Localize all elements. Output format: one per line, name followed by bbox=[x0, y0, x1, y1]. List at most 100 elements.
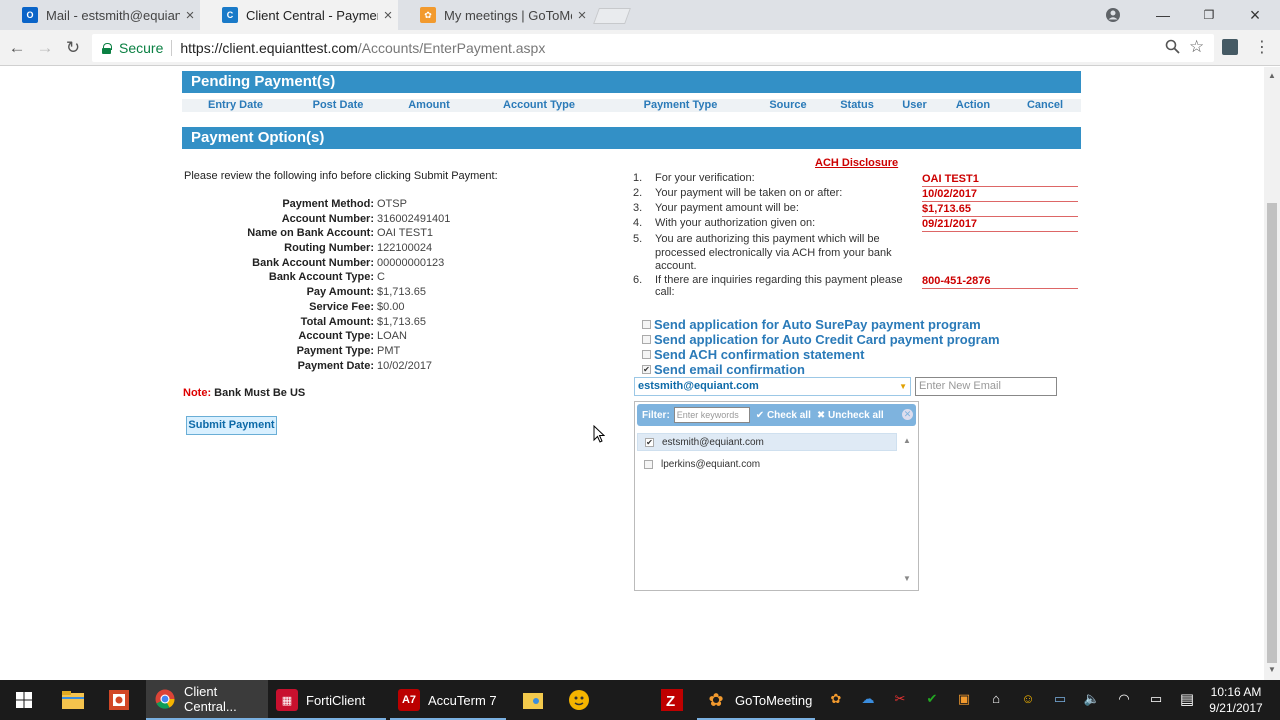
checkbox-checked[interactable]: ✔ bbox=[645, 437, 654, 447]
ach-item-text: Your payment amount will be: bbox=[655, 202, 799, 214]
detail-value: PMT bbox=[377, 344, 401, 357]
email-option[interactable]: lperkins@equiant.com bbox=[637, 455, 897, 473]
scrollbar-thumb[interactable] bbox=[1267, 203, 1277, 663]
email-option-label: estsmith@equiant.com bbox=[662, 436, 764, 448]
uncheck-all-button[interactable]: ✖ Uncheck all bbox=[817, 410, 884, 421]
forward-icon[interactable]: → bbox=[34, 37, 56, 59]
detail-row: Account Type: LOAN bbox=[184, 329, 450, 344]
scroll-down-icon[interactable]: ▼ bbox=[903, 574, 911, 583]
bank-note: Note: Bank Must Be US bbox=[183, 387, 305, 399]
onedrive-icon[interactable]: ☁ bbox=[859, 691, 877, 709]
detail-label: Total Amount: bbox=[300, 315, 374, 328]
volume-icon[interactable]: 🔈 bbox=[1083, 691, 1101, 709]
usb-tray-icon[interactable]: ⌂ bbox=[987, 691, 1005, 709]
ach-item-text: Your payment will be taken on or after: bbox=[655, 187, 843, 199]
minimize-button[interactable]: — bbox=[1140, 0, 1186, 30]
ach-item-text: If there are inquiries regarding this pa… bbox=[655, 274, 903, 298]
notifications-icon[interactable]: ▤ bbox=[1178, 690, 1196, 708]
security-tray-icon[interactable]: ✔ bbox=[923, 691, 941, 709]
checkbox-checked[interactable]: ✔ bbox=[642, 365, 651, 374]
close-icon[interactable]: × bbox=[572, 7, 592, 24]
ach-item-value: OAI TEST1 bbox=[922, 172, 1078, 187]
close-icon[interactable]: ✕ bbox=[902, 409, 913, 420]
note-label: Note: bbox=[183, 387, 212, 399]
file-explorer-icon[interactable] bbox=[61, 688, 85, 712]
checkbox[interactable] bbox=[642, 335, 651, 344]
ach-disclosure-link[interactable]: ACH Disclosure bbox=[815, 157, 898, 169]
payment-details: Payment Method: OTSP Account Number: 31600… bbox=[184, 197, 450, 373]
certificate-app-icon[interactable] bbox=[521, 688, 545, 712]
option-auto-surepay[interactable]: Send application for Auto SurePay paymen… bbox=[642, 317, 1000, 332]
menu-icon[interactable]: ⋮ bbox=[1254, 37, 1270, 57]
option-auto-credit-card[interactable]: Send application for Auto Credit Card pa… bbox=[642, 332, 1000, 347]
detail-label: Payment Date: bbox=[297, 359, 374, 372]
page-scrollbar[interactable]: ▲ ▼ bbox=[1264, 67, 1280, 680]
back-icon[interactable]: ← bbox=[6, 37, 28, 59]
scroll-down-icon[interactable]: ▼ bbox=[1268, 665, 1276, 674]
taskbar-app-forticlient[interactable]: ▦ FortiClient bbox=[268, 680, 386, 720]
check-all-label: Check all bbox=[766, 409, 811, 421]
checkbox[interactable] bbox=[642, 320, 651, 329]
address-bar[interactable]: Secure https://client.equianttest.com /A… bbox=[92, 34, 1214, 62]
check-all-button[interactable]: ✔ Check all bbox=[756, 410, 811, 421]
detail-row: Payment Type: PMT bbox=[184, 344, 450, 359]
ach-item-number: 1. bbox=[633, 172, 643, 184]
option-email-confirmation[interactable]: ✔ Send email confirmation bbox=[642, 362, 1000, 377]
email-option[interactable]: ✔ estsmith@equiant.com bbox=[637, 433, 897, 451]
ach-item: 2. Your payment will be taken on or afte… bbox=[633, 187, 1078, 202]
page-content: Pending Payment(s) Entry Date Post Date … bbox=[0, 67, 1264, 680]
bookmark-star-icon[interactable]: ☆ bbox=[1189, 37, 1204, 57]
filezilla-icon[interactable]: Z bbox=[660, 688, 684, 712]
column-header: Entry Date bbox=[207, 99, 264, 111]
app-face-icon[interactable] bbox=[567, 688, 591, 712]
windows-start-icon[interactable] bbox=[12, 688, 36, 712]
taskbar-app-label: AccuTerm 7 bbox=[428, 692, 497, 708]
detail-label: Routing Number: bbox=[284, 242, 374, 255]
close-window-button[interactable]: × bbox=[1232, 0, 1278, 30]
close-icon[interactable]: × bbox=[378, 7, 398, 24]
checkbox[interactable] bbox=[644, 459, 653, 469]
reload-icon[interactable]: ↻ bbox=[62, 37, 84, 59]
new-email-input[interactable]: Enter New Email bbox=[915, 377, 1057, 396]
gotomeeting-tray-icon[interactable]: ✿ bbox=[827, 691, 845, 709]
battery-icon[interactable]: ▭ bbox=[1147, 691, 1165, 709]
submit-payment-button[interactable]: Submit Payment bbox=[186, 416, 277, 435]
detail-row: Name on Bank Account: OAI TEST1 bbox=[184, 226, 450, 241]
url-path: /Accounts/EnterPayment.aspx bbox=[357, 40, 546, 56]
option-ach-confirmation[interactable]: Send ACH confirmation statement bbox=[642, 347, 1000, 362]
taskbar-clock[interactable]: 10:16 AM 9/21/2017 bbox=[1202, 684, 1270, 716]
divider bbox=[171, 40, 173, 56]
tab-gotomeeting[interactable]: ✿ My meetings | GoToMeeting × bbox=[398, 0, 592, 30]
column-header: Status bbox=[840, 99, 874, 111]
svg-text:Z: Z bbox=[666, 693, 675, 710]
profile-icon[interactable] bbox=[1090, 0, 1136, 30]
restore-button[interactable]: ❐ bbox=[1186, 0, 1232, 30]
scroll-up-icon[interactable]: ▲ bbox=[1268, 71, 1276, 80]
filter-input[interactable]: Enter keywords bbox=[673, 407, 750, 423]
email-dropdown: Filter: Enter keywords ✔ Check all ✖ Unc… bbox=[634, 401, 919, 591]
scroll-up-icon[interactable]: ▲ bbox=[903, 436, 911, 445]
network-app-tray-icon[interactable]: ▣ bbox=[955, 691, 973, 709]
option-label: Send application for Auto Credit Card pa… bbox=[654, 332, 1000, 347]
gotomeeting-icon: ✿ bbox=[708, 689, 724, 710]
ach-item-number: 3. bbox=[633, 202, 643, 214]
extension-icon[interactable] bbox=[1222, 39, 1238, 55]
tools-tray-icon[interactable]: ✂ bbox=[891, 691, 909, 709]
tab-mail[interactable]: O Mail - estsmith@equiant × bbox=[0, 0, 200, 30]
taskbar-app-gotomeeting[interactable]: ✿ GoToMeeting bbox=[697, 680, 815, 720]
ach-disclosure-list: 1. For your verification: OAI TEST1 2. Y… bbox=[633, 172, 1078, 298]
new-tab-button[interactable] bbox=[593, 8, 631, 24]
app-tray-icon[interactable]: ☺ bbox=[1019, 691, 1037, 709]
monitor-tray-icon[interactable]: ▭ bbox=[1051, 691, 1069, 709]
wifi-icon[interactable]: ◠ bbox=[1115, 691, 1133, 709]
taskbar-app-accuterm[interactable]: A7 AccuTerm 7 bbox=[390, 680, 506, 720]
taskbar-app-chrome[interactable]: Client Central... bbox=[146, 680, 268, 720]
presentation-app-icon[interactable] bbox=[107, 688, 131, 712]
tab-client-central[interactable]: C Client Central - Payments × bbox=[200, 0, 398, 30]
zoom-icon[interactable] bbox=[1165, 39, 1180, 58]
close-icon[interactable]: × bbox=[180, 7, 200, 24]
checkbox[interactable] bbox=[642, 350, 651, 359]
option-label: Send application for Auto SurePay paymen… bbox=[654, 317, 981, 332]
detail-value: 10/02/2017 bbox=[377, 359, 433, 372]
email-select[interactable]: estsmith@equiant.com ▼ bbox=[634, 377, 911, 396]
